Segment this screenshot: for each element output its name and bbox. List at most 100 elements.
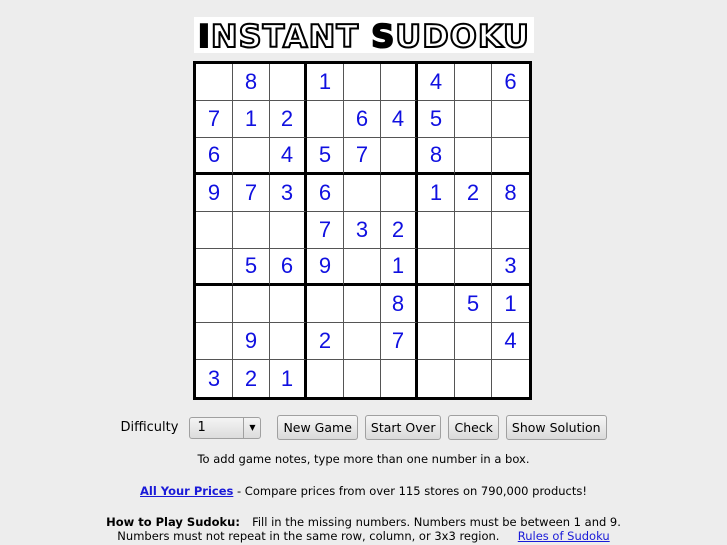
sudoku-cell[interactable]: 2 [270,101,307,138]
sudoku-cell[interactable] [233,212,270,249]
howto-line2: Numbers must not repeat in the same row,… [0,529,727,543]
sudoku-cell[interactable] [492,212,529,249]
sudoku-cell[interactable]: 3 [344,212,381,249]
sudoku-cell[interactable]: 7 [307,212,344,249]
sudoku-cell[interactable]: 6 [270,249,307,286]
sudoku-cell[interactable]: 7 [344,138,381,175]
sudoku-cell[interactable] [270,286,307,323]
howto-title: How to Play Sudoku: [106,515,240,529]
sudoku-cell[interactable] [418,249,455,286]
sudoku-cell[interactable] [344,249,381,286]
start-over-button[interactable]: Start Over [364,415,442,440]
sudoku-cell[interactable] [307,286,344,323]
sudoku-cell[interactable]: 5 [418,101,455,138]
sudoku-cell[interactable] [196,212,233,249]
ad-line: All Your Prices - Compare prices from ov… [0,484,727,498]
sudoku-cell[interactable] [455,101,492,138]
controls: Difficulty 1 ▼ New Game Start Over Check… [0,415,727,440]
sudoku-cell[interactable]: 5 [455,286,492,323]
sudoku-cell[interactable]: 9 [307,249,344,286]
sudoku-cell[interactable]: 6 [492,64,529,101]
sudoku-cell[interactable] [455,249,492,286]
sudoku-cell[interactable] [270,323,307,360]
sudoku-cell[interactable]: 1 [492,286,529,323]
sudoku-cell[interactable]: 8 [381,286,418,323]
ad-text: - Compare prices from over 115 stores on… [233,484,587,498]
sudoku-cell[interactable] [344,286,381,323]
sudoku-cell[interactable] [492,101,529,138]
sudoku-cell[interactable] [455,323,492,360]
howto-text-1: Fill in the missing numbers. Numbers mus… [252,515,621,529]
sudoku-cell[interactable]: 2 [455,175,492,212]
sudoku-cell[interactable] [270,212,307,249]
sudoku-cell[interactable] [196,286,233,323]
sudoku-cell[interactable] [196,249,233,286]
sudoku-cell[interactable] [196,64,233,101]
sudoku-cell[interactable]: 7 [381,323,418,360]
sudoku-cell[interactable]: 8 [418,138,455,175]
difficulty-label: Difficulty [120,420,179,435]
sudoku-cell[interactable] [344,323,381,360]
sudoku-cell[interactable]: 3 [492,249,529,286]
check-button[interactable]: Check [448,415,499,440]
difficulty-select[interactable]: 1 ▼ [189,416,262,439]
sudoku-cell[interactable] [418,323,455,360]
sudoku-cell[interactable] [344,360,381,397]
sudoku-cell[interactable]: 8 [492,175,529,212]
sudoku-cell[interactable] [455,212,492,249]
sudoku-cell[interactable]: 6 [307,175,344,212]
sudoku-cell[interactable]: 3 [270,175,307,212]
sudoku-cell[interactable]: 5 [233,249,270,286]
sudoku-cell[interactable]: 2 [381,212,418,249]
sudoku-cell[interactable]: 7 [196,101,233,138]
sudoku-cell[interactable] [381,175,418,212]
sudoku-cell[interactable] [381,64,418,101]
sudoku-cell[interactable]: 6 [344,101,381,138]
rules-link[interactable]: Rules of Sudoku [518,529,610,543]
sudoku-cell[interactable] [270,64,307,101]
sudoku-cell[interactable] [492,138,529,175]
sudoku-cell[interactable]: 3 [196,360,233,397]
sudoku-cell[interactable] [381,360,418,397]
sudoku-cell[interactable]: 1 [270,360,307,397]
sudoku-cell[interactable] [418,212,455,249]
sudoku-cell[interactable] [307,101,344,138]
sudoku-cell[interactable]: 2 [307,323,344,360]
sudoku-cell[interactable]: 9 [196,175,233,212]
sudoku-cell[interactable]: 6 [196,138,233,175]
sudoku-cell[interactable]: 8 [233,64,270,101]
sudoku-cell[interactable]: 4 [381,101,418,138]
sudoku-cell[interactable]: 1 [418,175,455,212]
new-game-button[interactable]: New Game [277,415,358,440]
howto-line1: How to Play Sudoku: Fill in the missing n… [0,515,727,529]
sudoku-cell[interactable]: 7 [233,175,270,212]
sudoku-cell[interactable] [492,360,529,397]
show-solution-button[interactable]: Show Solution [505,415,607,440]
sudoku-cell[interactable] [455,138,492,175]
sudoku-cell[interactable] [233,286,270,323]
sudoku-cell[interactable] [381,138,418,175]
sudoku-cell[interactable] [196,323,233,360]
sudoku-cell[interactable] [418,286,455,323]
sudoku-cell[interactable]: 9 [233,323,270,360]
sudoku-cell[interactable] [344,175,381,212]
sudoku-cell[interactable] [455,64,492,101]
sudoku-cell[interactable] [307,360,344,397]
sudoku-grid: 8146712645645789736128732569138519274321 [193,61,532,400]
sudoku-cell[interactable]: 4 [418,64,455,101]
sudoku-cell[interactable] [455,360,492,397]
sudoku-cell[interactable]: 2 [233,360,270,397]
howto-text-2: Numbers must not repeat in the same row,… [117,529,500,543]
sudoku-cell[interactable]: 1 [307,64,344,101]
sudoku-cell[interactable] [233,138,270,175]
all-your-prices-link[interactable]: All Your Prices [140,484,233,498]
sudoku-cell[interactable]: 4 [492,323,529,360]
logo: INSTANT SUDOKU [194,17,534,56]
sudoku-cell[interactable]: 4 [270,138,307,175]
sudoku-cell[interactable]: 1 [381,249,418,286]
sudoku-cell[interactable]: 5 [307,138,344,175]
sudoku-cell[interactable] [344,64,381,101]
sudoku-cell[interactable] [418,360,455,397]
sudoku-cell[interactable]: 1 [233,101,270,138]
notes-hint: To add game notes, type more than one nu… [197,452,530,466]
